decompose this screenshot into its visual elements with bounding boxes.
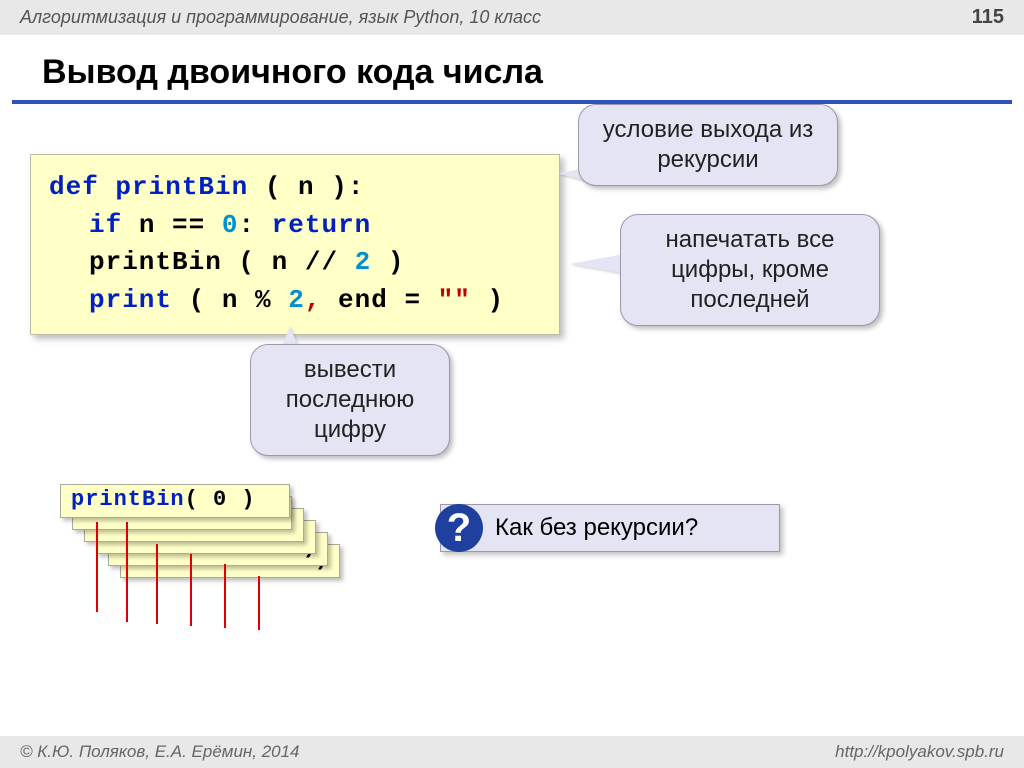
slide-footer: © К.Ю. Поляков, Е.А. Ерёмин, 2014 http:/… [0,736,1024,768]
stack-fn-name: printBin [71,487,185,512]
subject-text: Алгоритмизация и программирование, язык … [20,7,541,28]
cond: n == [122,210,222,240]
close3: ) [371,247,404,277]
callout-last-digit: вывести последнюю цифру [250,344,450,456]
num-two-a: 2 [355,247,372,277]
num-two-b: 2 [288,285,305,315]
empty-string: "" [438,285,471,315]
redline-5 [224,564,226,628]
redline-1 [96,522,98,612]
footer-url: http://kpolyakov.spb.ru [835,742,1004,762]
end-kw: end = [321,285,437,315]
redline-2 [126,522,128,622]
sig-open: ( n ): [248,172,364,202]
open4: ( n % [172,285,288,315]
slide-header: Алгоритмизация и программирование, язык … [0,0,1024,35]
recursive-call: printBin [89,247,222,277]
stack-arg: ( 0 ) [185,487,256,512]
comma: , [305,285,322,315]
copyright: © К.Ю. Поляков, Е.А. Ерёмин, 2014 [20,742,300,762]
kw-print: print [89,285,172,315]
code-block: def printBin ( n ): if n == 0: return pr… [30,154,560,335]
colon: : [238,210,271,240]
callout-exit-condition: условие выхода из рекурсии [578,104,838,186]
question-text: Как без рекурсии? [495,514,698,542]
page-title: Вывод двоичного кода числа [12,35,1012,104]
question-icon: ? [435,504,483,552]
redline-3 [156,544,158,624]
content-area: def printBin ( n ): if n == 0: return pr… [0,104,1024,744]
fn-name: printBin [115,172,248,202]
code-line-4: print ( n % 2, end = "" ) [49,282,541,320]
close4: ) [471,285,504,315]
code-line-1: def printBin ( n ): [49,169,541,207]
redline-4 [190,554,192,626]
page-number: 115 [972,6,1004,29]
args3: ( n // [222,247,355,277]
question-box: ? Как без рекурсии? [440,504,780,552]
code-line-2: if n == 0: return [49,207,541,245]
stack-card-top: printBin( 0 ) [60,484,290,518]
kw-def: def [49,172,99,202]
code-line-3: printBin ( n // 2 ) [49,244,541,282]
kw-return: return [272,210,372,240]
callout-print-rest: напечатать все цифры, кроме последней [620,214,880,326]
num-zero: 0 [222,210,239,240]
call-stack: ) ) printBin( 0 ) [60,484,360,604]
redline-6 [258,576,260,630]
kw-if: if [89,210,122,240]
callout-tail-2 [570,254,625,274]
